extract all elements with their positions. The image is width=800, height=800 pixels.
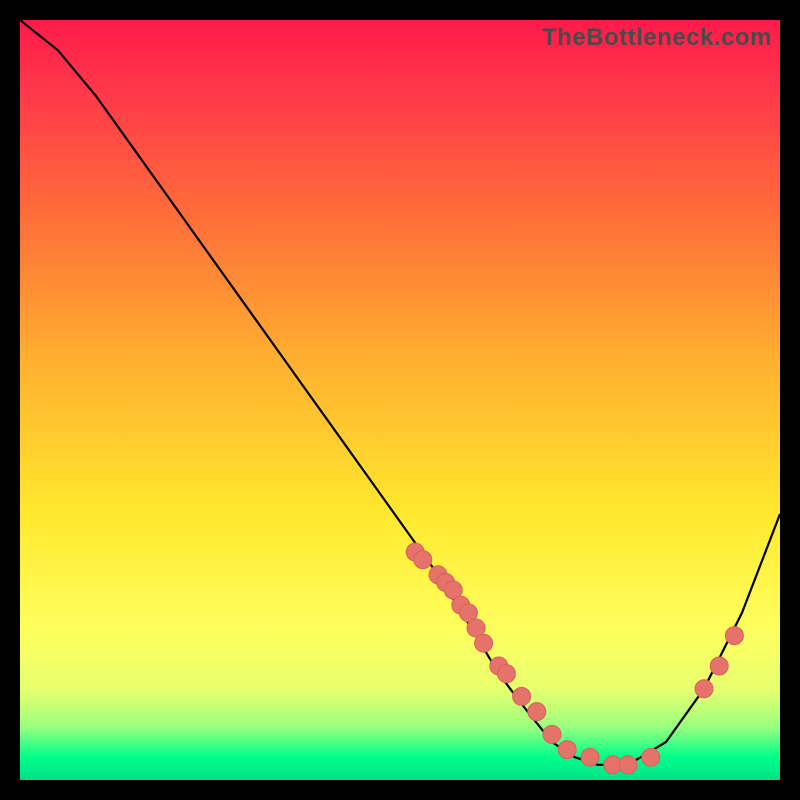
curve-line [20, 20, 780, 765]
scatter-dots [406, 543, 743, 774]
scatter-dot [475, 634, 493, 652]
watermark-text: TheBottleneck.com [542, 24, 772, 52]
scatter-dot [558, 741, 576, 759]
scatter-dot [695, 680, 713, 698]
scatter-dot [710, 657, 728, 675]
scatter-dot [528, 703, 546, 721]
scatter-dot [513, 687, 531, 705]
scatter-dot [497, 665, 515, 683]
scatter-dot [642, 748, 660, 766]
scatter-dot [725, 627, 743, 645]
scatter-dot [619, 756, 637, 774]
chart-area: TheBottleneck.com [20, 20, 780, 780]
scatter-dot [543, 725, 561, 743]
chart-overlay [20, 20, 780, 780]
scatter-dot [581, 748, 599, 766]
scatter-dot [414, 551, 432, 569]
